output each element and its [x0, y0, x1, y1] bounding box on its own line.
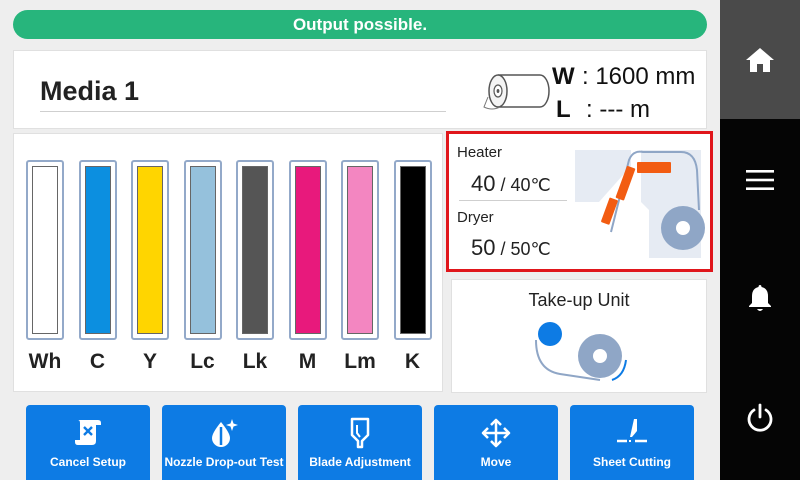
dryer-current: 50: [471, 235, 496, 260]
dryer-temperature: 50 / 50℃: [471, 235, 551, 261]
ink-cartridge: [183, 160, 222, 340]
media-length: L : --- m: [556, 96, 650, 124]
menu-icon: [746, 170, 774, 190]
bell-icon: [749, 285, 771, 311]
ink-label: Lk: [242, 350, 268, 373]
heater-panel[interactable]: Heater 40 / 40℃ Dryer 50 / 50℃: [446, 131, 713, 272]
ink-label: M: [298, 350, 317, 373]
nozzle-test-icon: [162, 417, 286, 449]
move-button[interactable]: Move: [434, 405, 558, 480]
heater-set: / 40℃: [495, 175, 551, 195]
nav-power-button[interactable]: [720, 378, 800, 458]
side-navigation: [720, 0, 800, 480]
width-key: W: [552, 63, 575, 90]
ink-cartridge: [236, 160, 274, 340]
ink-level-fill: [242, 166, 268, 334]
length-key: L: [556, 96, 571, 123]
ink-level-fill: [399, 166, 426, 334]
home-icon: [746, 47, 774, 72]
ink-cartridge: [131, 160, 169, 340]
sheet-cutting-icon: [570, 417, 694, 449]
length-value: : --- m: [586, 96, 650, 123]
takeup-diagram-icon: [535, 322, 627, 381]
takeup-panel[interactable]: Take-up Unit: [451, 279, 707, 393]
blade-icon: [298, 417, 422, 449]
ink-label: Lc: [190, 350, 215, 373]
ink-level-fill: [294, 166, 321, 334]
ink-label: Y: [142, 350, 157, 373]
nozzle-test-label: Nozzle Drop-out Test: [164, 455, 284, 469]
media-width: W : 1600 mm: [552, 63, 695, 91]
media-roll-icon: [483, 74, 550, 110]
ink-label: Lm: [344, 350, 376, 373]
status-banner: Output possible.: [13, 10, 707, 39]
ink-panel[interactable]: Wh C Y Lc Lk M Lm K: [13, 133, 443, 392]
heater-divider: [459, 200, 567, 201]
ink-cartridge: [26, 160, 64, 340]
heater-label: Heater: [457, 144, 503, 161]
ink-level-fill: [84, 166, 111, 334]
nav-notifications-button[interactable]: [720, 258, 800, 338]
cancel-setup-icon: [26, 417, 150, 449]
ink-level-fill: [32, 166, 58, 334]
ink-column-lc[interactable]: Lc: [183, 160, 222, 374]
width-value: : 1600 mm: [582, 63, 696, 90]
ink-column-lm[interactable]: Lm: [341, 160, 379, 374]
ink-column-c[interactable]: C: [78, 160, 117, 374]
blade-adjustment-label: Blade Adjustment: [309, 455, 411, 469]
ink-label: Wh: [28, 350, 62, 373]
sheet-cutting-label: Sheet Cutting: [593, 455, 671, 469]
dryer-label: Dryer: [457, 209, 494, 226]
cancel-setup-label: Cancel Setup: [49, 455, 127, 469]
media-panel[interactable]: Media 1 W : 1600 mm L : --- m: [13, 50, 707, 129]
ink-cartridge: [288, 160, 327, 340]
nav-menu-button[interactable]: [720, 140, 800, 220]
power-icon: [747, 403, 773, 432]
heater-temperature: 40 / 40℃: [471, 171, 551, 197]
blade-adjustment-button[interactable]: Blade Adjustment: [298, 405, 422, 480]
ink-column-wh[interactable]: Wh: [26, 160, 64, 374]
ink-column-lk[interactable]: Lk: [236, 160, 274, 374]
ink-label: C: [89, 350, 106, 373]
ink-cartridge: [78, 160, 117, 340]
ink-column-y[interactable]: Y: [131, 160, 169, 374]
media-name-underline: [40, 111, 446, 112]
ink-column-m[interactable]: M: [288, 160, 327, 374]
ink-level-fill: [189, 166, 216, 334]
sheet-cutting-button[interactable]: Sheet Cutting: [570, 405, 694, 480]
takeup-title: Take-up Unit: [528, 290, 630, 310]
nozzle-test-button[interactable]: Nozzle Drop-out Test: [162, 405, 286, 480]
cancel-setup-button[interactable]: Cancel Setup: [26, 405, 150, 480]
heater-diagram-icon: [575, 150, 705, 258]
ink-column-k[interactable]: K: [393, 160, 432, 374]
ink-cartridge: [341, 160, 379, 340]
nav-home-button[interactable]: [720, 0, 800, 119]
move-icon: [434, 417, 558, 449]
ink-level-fill: [347, 166, 373, 334]
ink-level-fill: [137, 166, 163, 334]
dryer-set: / 50℃: [495, 239, 551, 259]
move-label: Move: [480, 455, 512, 469]
heater-current: 40: [471, 171, 496, 196]
ink-cartridge: [393, 160, 432, 340]
media-name: Media 1: [40, 76, 140, 106]
ink-label: K: [404, 350, 421, 373]
